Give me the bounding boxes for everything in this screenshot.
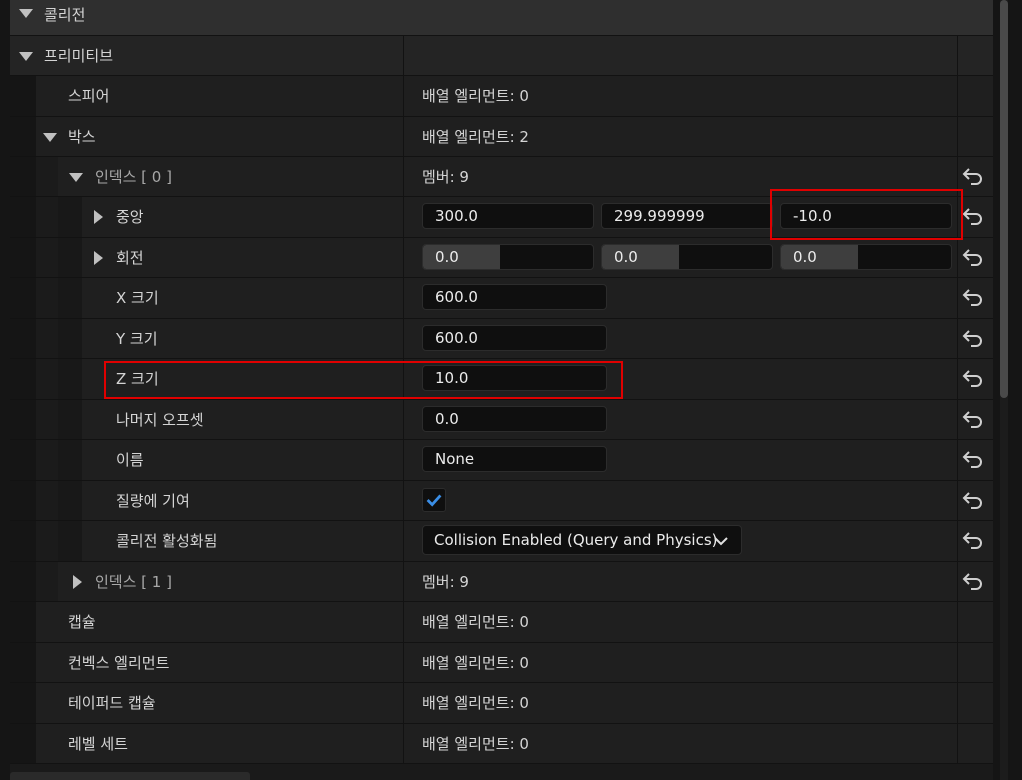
x-size-input[interactable]: 600.0	[422, 284, 607, 310]
row-mass-contribution: 질량에 기여	[10, 481, 993, 521]
index-0-label: 인덱스 [ 0 ]	[95, 168, 172, 186]
row-z-size: Z 크기 10.0	[10, 359, 993, 400]
z-size-input[interactable]: 10.0	[422, 365, 607, 391]
collision-enabled-dropdown[interactable]: Collision Enabled (Query and Physics)	[422, 525, 742, 555]
rotation-z-slider[interactable]: 0.0	[780, 244, 952, 270]
category-collision[interactable]: 콜리전	[10, 0, 993, 36]
row-capsule: 캡슐 배열 엘리먼트: 0	[10, 602, 993, 643]
sphere-label: 스피어	[68, 87, 110, 105]
row-center: 중앙 300.0 299.999999 -10.0	[10, 197, 993, 238]
primitives-label: 프리미티브	[44, 47, 114, 65]
box-label: 박스	[68, 128, 96, 146]
row-name: 이름 None	[10, 440, 993, 481]
reset-arrow-icon[interactable]	[962, 328, 984, 348]
row-x-size: X 크기 600.0	[10, 278, 993, 319]
bottom-tab	[10, 772, 250, 780]
collision-enabled-value: Collision Enabled (Query and Physics)	[434, 531, 718, 549]
rotation-y-value: 0.0	[614, 248, 638, 266]
rotation-x-slider[interactable]: 0.0	[422, 244, 594, 270]
triangle-right-icon[interactable]	[73, 575, 82, 589]
rotation-label: 회전	[116, 249, 144, 267]
name-label: 이름	[116, 451, 144, 469]
row-collision-enabled: 콜리전 활성화됨 Collision Enabled (Query and Ph…	[10, 521, 993, 562]
row-rest-offset: 나머지 오프셋 0.0	[10, 400, 993, 440]
y-size-input[interactable]: 600.0	[422, 325, 607, 351]
row-box[interactable]: 박스 배열 엘리먼트: 2	[10, 117, 993, 157]
collision-enabled-label: 콜리전 활성화됨	[116, 532, 218, 550]
index-1-label: 인덱스 [ 1 ]	[95, 573, 172, 591]
details-panel: 콜리전 프리미티브 스피어 배열 엘리먼트: 0 박스 배열 엘리먼트: 2 인…	[10, 0, 993, 780]
reset-arrow-icon[interactable]	[962, 571, 984, 591]
rotation-y-slider[interactable]: 0.0	[601, 244, 773, 270]
rest-offset-input[interactable]: 0.0	[422, 406, 607, 432]
center-x-input[interactable]: 300.0	[422, 203, 594, 229]
name-input[interactable]: None	[422, 446, 607, 472]
reset-arrow-icon[interactable]	[962, 166, 984, 186]
category-label: 콜리전	[44, 6, 86, 24]
index-0-value: 멤버: 9	[422, 168, 469, 186]
mass-label: 질량에 기여	[116, 492, 190, 510]
reset-arrow-icon[interactable]	[962, 287, 984, 307]
row-sphere: 스피어 배열 엘리먼트: 0	[10, 76, 993, 117]
row-rotation: 회전 0.0 0.0 0.0	[10, 238, 993, 278]
center-z-input[interactable]: -10.0	[780, 203, 952, 229]
row-y-size: Y 크기 600.0	[10, 319, 993, 359]
sphere-value: 배열 엘리먼트: 0	[422, 87, 529, 105]
tapered-capsule-label: 테이퍼드 캡슐	[68, 694, 156, 712]
scrollbar-thumb[interactable]	[1000, 0, 1008, 398]
reset-arrow-icon[interactable]	[962, 206, 984, 226]
mass-checkbox[interactable]	[422, 488, 446, 512]
row-index-0[interactable]: 인덱스 [ 0 ] 멤버: 9	[10, 157, 993, 197]
reset-arrow-icon[interactable]	[962, 409, 984, 429]
triangle-down-icon[interactable]	[19, 9, 33, 18]
level-set-label: 레벨 세트	[68, 735, 128, 753]
x-size-label: X 크기	[116, 289, 159, 307]
tapered-capsule-value: 배열 엘리먼트: 0	[422, 694, 529, 712]
box-value: 배열 엘리먼트: 2	[422, 128, 529, 146]
index-1-value: 멤버: 9	[422, 573, 469, 591]
row-level-set: 레벨 세트 배열 엘리먼트: 0	[10, 724, 993, 764]
checkmark-icon	[426, 494, 442, 507]
triangle-right-icon[interactable]	[94, 251, 103, 265]
rest-offset-label: 나머지 오프셋	[116, 411, 204, 429]
center-label: 중앙	[116, 208, 144, 226]
convex-value: 배열 엘리먼트: 0	[422, 654, 529, 672]
reset-arrow-icon[interactable]	[962, 530, 984, 550]
triangle-down-icon[interactable]	[19, 52, 33, 61]
triangle-down-icon[interactable]	[43, 133, 57, 142]
rotation-z-value: 0.0	[793, 248, 817, 266]
reset-arrow-icon[interactable]	[962, 247, 984, 267]
row-tapered-capsule: 테이퍼드 캡슐 배열 엘리먼트: 0	[10, 683, 993, 724]
reset-arrow-icon[interactable]	[962, 490, 984, 510]
row-convex: 컨벡스 엘리먼트 배열 엘리먼트: 0	[10, 643, 993, 683]
row-primitives[interactable]: 프리미티브	[10, 36, 993, 76]
z-size-label: Z 크기	[116, 370, 159, 388]
triangle-down-icon[interactable]	[69, 173, 83, 182]
triangle-right-icon[interactable]	[94, 210, 103, 224]
reset-arrow-icon[interactable]	[962, 449, 984, 469]
row-index-1[interactable]: 인덱스 [ 1 ] 멤버: 9	[10, 562, 993, 602]
chevron-down-icon	[714, 537, 728, 546]
reset-arrow-icon[interactable]	[962, 368, 984, 388]
center-y-input[interactable]: 299.999999	[601, 203, 773, 229]
level-set-value: 배열 엘리먼트: 0	[422, 735, 529, 753]
y-size-label: Y 크기	[116, 330, 158, 348]
capsule-value: 배열 엘리먼트: 0	[422, 613, 529, 631]
capsule-label: 캡슐	[68, 613, 96, 631]
convex-label: 컨벡스 엘리먼트	[68, 654, 170, 672]
rotation-x-value: 0.0	[435, 248, 459, 266]
